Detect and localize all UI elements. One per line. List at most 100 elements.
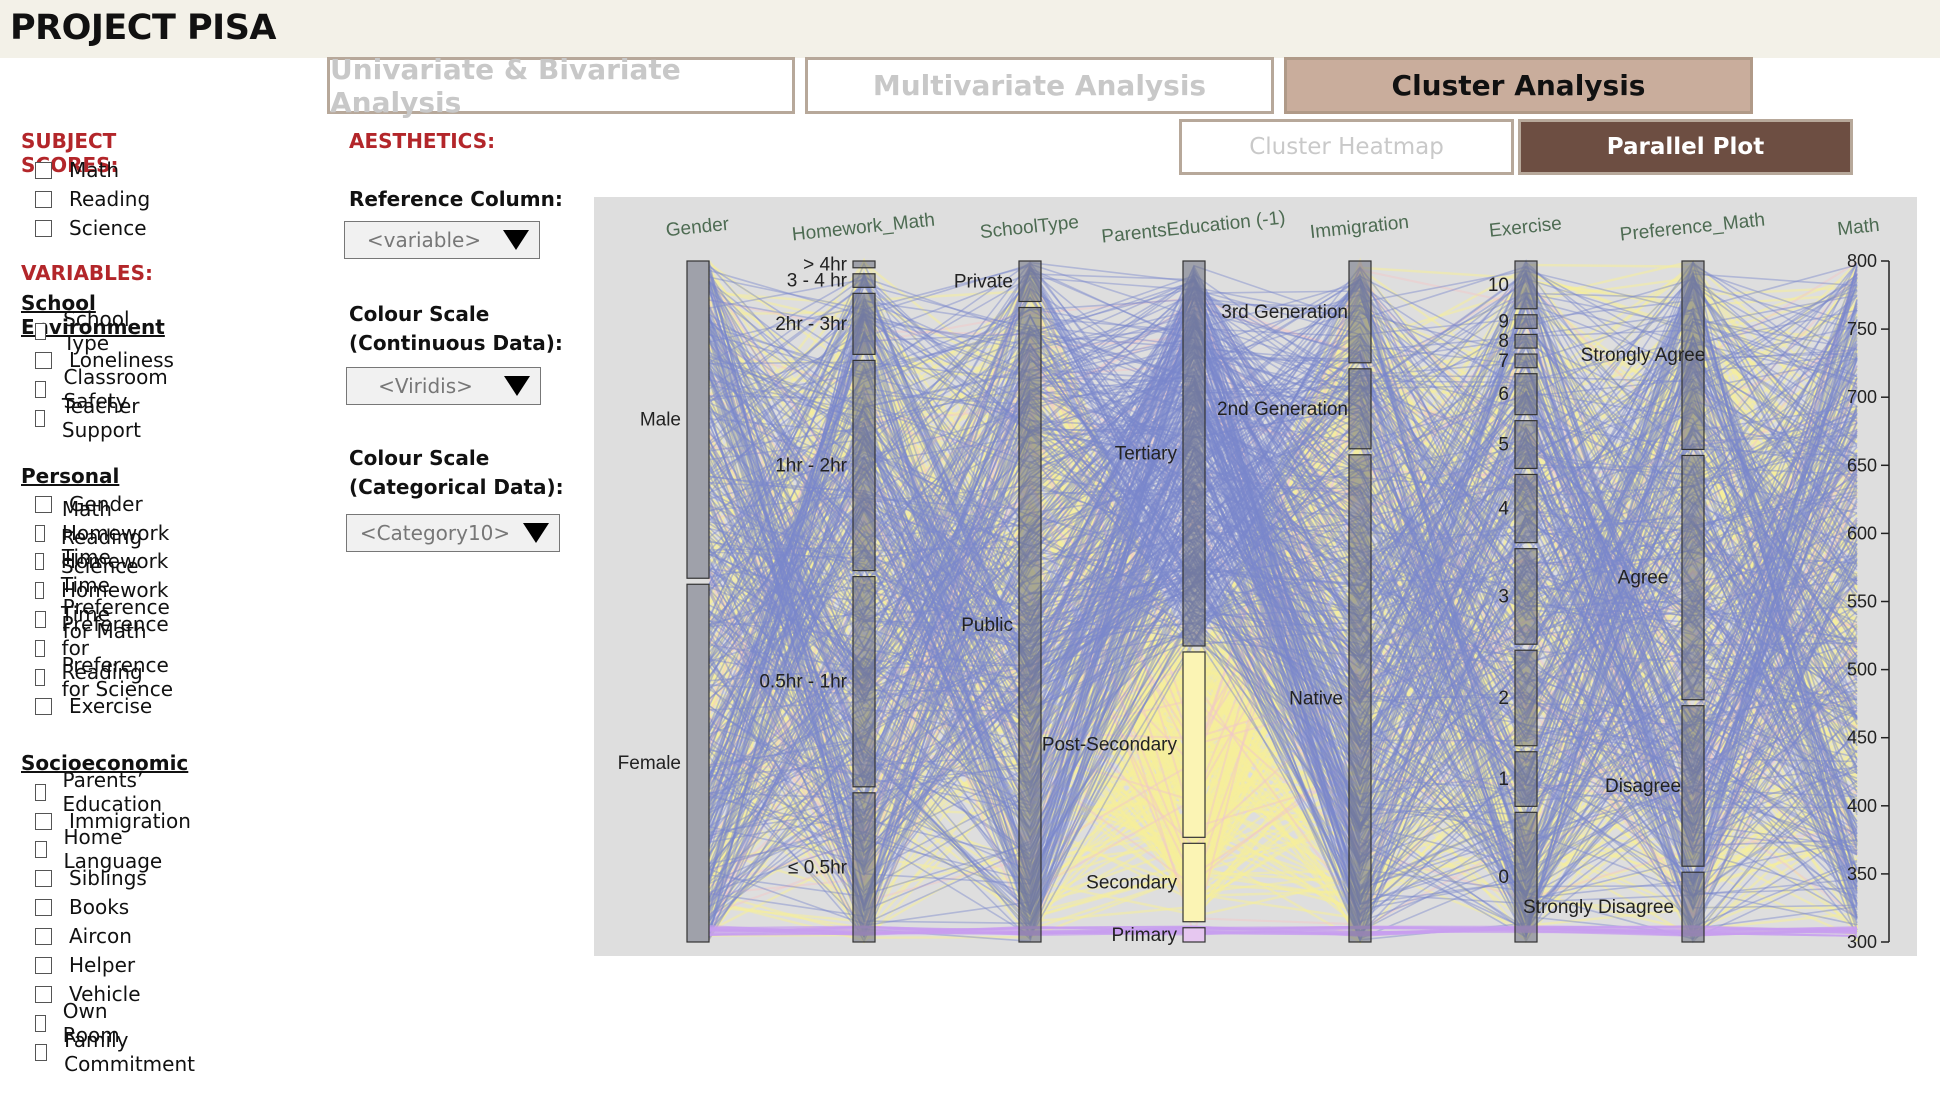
checkbox-box[interactable]: [35, 1014, 46, 1032]
checkbox-box[interactable]: [35, 783, 46, 801]
checkbox-helper[interactable]: Helper: [35, 953, 135, 977]
checkbox-box[interactable]: [35, 869, 52, 887]
checkbox-box[interactable]: [35, 1043, 48, 1061]
categorical-scale-dropdown[interactable]: <Category10>: [346, 514, 560, 552]
checkbox-home-language[interactable]: Home Language: [35, 825, 168, 873]
math-tick-label: 700: [1847, 387, 1877, 407]
checkbox-box[interactable]: [35, 495, 52, 513]
checkbox-label: Aircon: [69, 924, 132, 948]
checkbox-science[interactable]: Science: [35, 216, 147, 240]
checkbox-school-type[interactable]: School Type: [35, 307, 135, 355]
tab-univariate-bivariate[interactable]: Univariate & Bivariate Analysis: [327, 53, 795, 119]
math-tick-label: 550: [1847, 592, 1877, 612]
checkbox-preference-science[interactable]: Preference for Science: [35, 653, 176, 701]
checkbox-box[interactable]: [35, 552, 44, 570]
category-bar: [1182, 651, 1206, 838]
checkbox-box[interactable]: [35, 409, 45, 427]
checkbox-box[interactable]: [35, 351, 52, 369]
checkbox-box[interactable]: [35, 219, 52, 237]
category-label: 3: [1498, 586, 1509, 607]
math-tick-label: 400: [1847, 796, 1877, 816]
math-tick-label: 650: [1847, 455, 1877, 475]
checkbox-label: Helper: [69, 953, 136, 977]
checkbox-books[interactable]: Books: [35, 895, 129, 919]
category-label: 9: [1498, 312, 1509, 333]
category-label: ≤ 0.5hr: [788, 857, 848, 878]
checkbox-box[interactable]: [35, 812, 52, 830]
checkbox-reading[interactable]: Reading: [35, 187, 150, 211]
axis-title: Gender: [665, 214, 731, 242]
category-label: 3rd Generation: [1221, 302, 1348, 323]
subtab-parallel-plot[interactable]: Parallel Plot: [1518, 119, 1853, 175]
checkbox-box[interactable]: [35, 380, 47, 398]
math-tick-label: 300: [1847, 932, 1877, 952]
category-label: Disagree: [1605, 776, 1681, 797]
category-label: Male: [640, 410, 681, 431]
checkbox-box[interactable]: [35, 956, 52, 974]
checkbox-box[interactable]: [35, 322, 47, 340]
math-tick-label: 450: [1847, 728, 1877, 748]
math-tick-label: 800: [1847, 251, 1877, 271]
category-label: 1: [1498, 769, 1509, 790]
category-bar: [852, 273, 876, 288]
category-bar: [1514, 373, 1538, 416]
checkbox-label: Family Commitment: [64, 1028, 195, 1076]
math-tick-label: 350: [1847, 864, 1877, 884]
parallel-plot: Gender Homework_Math SchoolType ParentsEduc…: [594, 197, 1917, 956]
category-label: 0.5hr - 1hr: [759, 672, 847, 693]
checkbox-family-commitment[interactable]: Family Commitment: [35, 1028, 200, 1076]
math-tick-label: 500: [1847, 660, 1877, 680]
category-bar: [1018, 306, 1042, 943]
axis-title: Homework_Math: [791, 210, 936, 246]
category-bar: [1681, 871, 1705, 943]
checkbox-box[interactable]: [35, 898, 52, 916]
checkbox-box[interactable]: [35, 524, 45, 542]
checkbox-box[interactable]: [35, 985, 52, 1003]
category-bar: [1182, 260, 1206, 647]
checkbox-siblings[interactable]: Siblings: [35, 866, 147, 890]
dropdown-arrow-icon: [503, 230, 529, 250]
dropdown-value: <Viridis>: [378, 374, 473, 398]
reference-column-dropdown[interactable]: <variable>: [344, 221, 540, 259]
axis-title: SchoolType: [979, 212, 1080, 243]
checkbox-math[interactable]: Math: [35, 158, 119, 182]
tab-cluster-analysis[interactable]: Cluster Analysis: [1284, 57, 1753, 114]
checkbox-parents-education[interactable]: Parents’ Education: [35, 768, 169, 816]
checkbox-box[interactable]: [35, 581, 45, 599]
axis-title: Math: [1836, 215, 1880, 240]
checkbox-exercise[interactable]: Exercise: [35, 694, 152, 718]
checkbox-box[interactable]: [35, 610, 46, 628]
dropdown-value: <variable>: [366, 228, 482, 252]
category-label: Strongly Disagree: [1523, 897, 1674, 918]
category-bar: [1348, 454, 1372, 943]
aesthetics-title: AESTHETICS:: [349, 129, 496, 153]
subtab-cluster-heatmap[interactable]: Cluster Heatmap: [1179, 119, 1514, 175]
checkbox-box[interactable]: [35, 697, 52, 715]
checkbox-box[interactable]: [35, 927, 52, 945]
category-label: Native: [1289, 688, 1343, 709]
checkbox-label: Exercise: [69, 694, 153, 718]
category-bar: [1514, 473, 1538, 544]
checkbox-aircon[interactable]: Aircon: [35, 924, 132, 948]
tab-multivariate[interactable]: Multivariate Analysis: [805, 57, 1274, 114]
category-bar: [1514, 649, 1538, 747]
parallel-plot-svg: Gender Homework_Math SchoolType ParentsEduc…: [618, 207, 1890, 952]
checkbox-box[interactable]: [35, 668, 45, 686]
category-label: 3 - 4 hr: [787, 271, 848, 292]
category-bar: [1182, 927, 1206, 943]
continuous-scale-dropdown[interactable]: <Viridis>: [346, 367, 541, 405]
checkbox-teacher-support[interactable]: Teacher Support: [35, 394, 148, 442]
category-label: 8: [1498, 331, 1509, 352]
category-bar: [1182, 842, 1206, 923]
checkbox-label: Reading: [69, 187, 151, 211]
checkbox-box[interactable]: [35, 639, 45, 657]
category-label: 10: [1488, 275, 1509, 296]
category-bar: [1514, 811, 1538, 943]
category-bar: [852, 575, 876, 788]
category-bar: [1514, 314, 1538, 330]
checkbox-box[interactable]: [35, 840, 47, 858]
category-label: Post-Secondary: [1042, 735, 1178, 756]
checkbox-box[interactable]: [35, 190, 52, 208]
category-bar: [1348, 368, 1372, 450]
checkbox-box[interactable]: [35, 161, 52, 179]
